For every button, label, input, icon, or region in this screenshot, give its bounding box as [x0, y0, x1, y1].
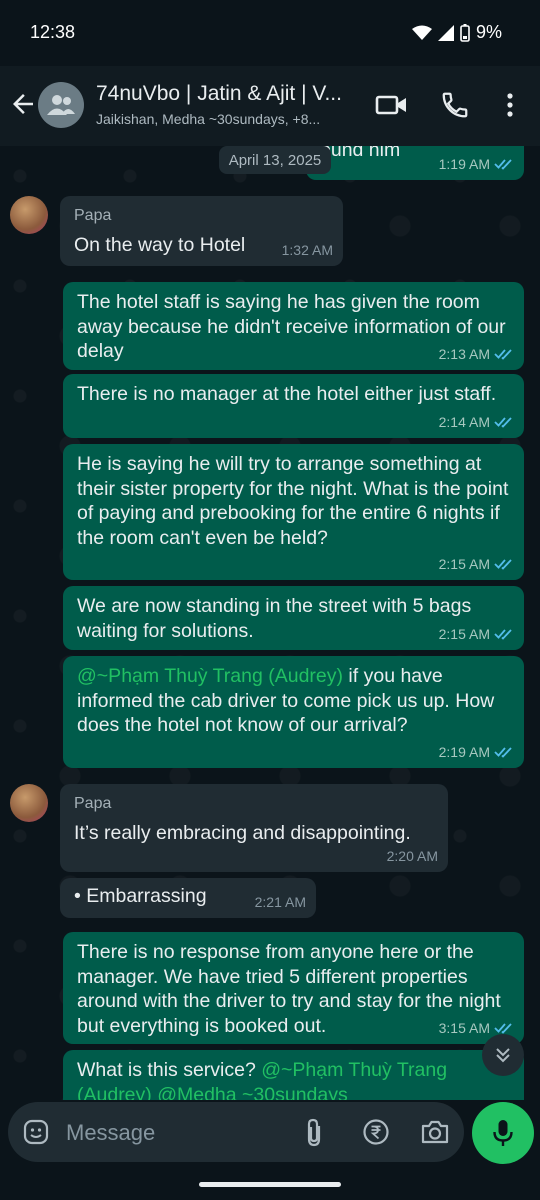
- message-bubble[interactable]: Papa It’s really embracing and disappoin…: [60, 784, 448, 872]
- message-bubble[interactable]: There is no manager at the hotel either …: [63, 374, 524, 438]
- group-avatar[interactable]: [38, 82, 84, 128]
- voice-message-button[interactable]: [472, 1102, 534, 1164]
- message-text: There is no response from anyone here or…: [77, 941, 501, 1037]
- sender-name[interactable]: Papa: [74, 204, 329, 229]
- message-time: 2:15 AM: [438, 555, 490, 572]
- message-meta: 2:15 AM: [439, 622, 514, 647]
- chat-header: 74nuVbo | Jatin & Ajit | V... Jaikishan,…: [0, 66, 540, 146]
- message-time: 2:20 AM: [386, 847, 438, 864]
- message-time: 2:13 AM: [438, 345, 490, 362]
- message-text: There is no manager at the hotel either …: [77, 383, 497, 405]
- wifi-icon: [411, 25, 432, 40]
- message-meta: 2:14 AM: [439, 410, 514, 435]
- read-ticks-icon: [494, 349, 512, 360]
- date-chip: April 13, 2025: [219, 146, 331, 174]
- scroll-to-bottom-button[interactable]: [482, 1034, 524, 1076]
- read-ticks-icon: [494, 629, 512, 640]
- chat-participants[interactable]: Jaikishan, Medha ~30sundays, +8...: [96, 111, 358, 127]
- read-ticks-icon: [494, 159, 512, 170]
- message-meta: 1:32 AM: [282, 238, 333, 263]
- camera-icon[interactable]: [420, 1118, 450, 1146]
- message-bubble[interactable]: He is saying he will try to arrange some…: [63, 444, 524, 580]
- attach-icon[interactable]: [302, 1118, 328, 1148]
- message-time: 2:14 AM: [438, 413, 490, 430]
- message-time: 1:32 AM: [281, 241, 333, 258]
- message-input[interactable]: [64, 1116, 288, 1150]
- message-time: 1:19 AM: [438, 155, 490, 172]
- group-icon: [47, 95, 75, 115]
- mic-icon: [493, 1120, 513, 1146]
- read-ticks-icon: [494, 747, 512, 758]
- message-meta: 2:15 AM: [439, 552, 514, 577]
- sender-avatar[interactable]: [10, 196, 48, 234]
- message-bubble[interactable]: @~Phạm Thuỳ Trang (Audrey) if you have i…: [63, 656, 524, 768]
- status-bar: 12:38 9%: [0, 0, 540, 66]
- mention[interactable]: @~Phạm Thuỳ Trang (Audrey): [77, 665, 343, 687]
- more-options-icon[interactable]: [502, 90, 518, 120]
- message-bubble[interactable]: The hotel staff is saying he has given t…: [63, 282, 524, 370]
- message-text: We are now standing in the street with 5…: [77, 595, 472, 642]
- home-indicator[interactable]: [199, 1182, 341, 1187]
- sender-name[interactable]: Papa: [74, 792, 434, 817]
- message-bubble[interactable]: We are now standing in the street with 5…: [63, 586, 524, 650]
- status-time: 12:38: [30, 22, 76, 42]
- message-text: • Embarrassing: [74, 885, 207, 907]
- video-call-icon[interactable]: [375, 90, 409, 120]
- signal-icon: [437, 24, 454, 41]
- message-bubble[interactable]: There is no response from anyone here or…: [63, 932, 524, 1044]
- payment-rupee-icon[interactable]: [362, 1118, 390, 1146]
- status-icons: 9%: [411, 22, 502, 43]
- message-text: ound him: [320, 146, 401, 161]
- message-text: He is saying he will try to arrange some…: [77, 453, 509, 549]
- message-bubble[interactable]: Papa On the way to Hotel 1:32 AM: [60, 196, 343, 266]
- message-time: 2:21 AM: [254, 893, 306, 910]
- message-bubble[interactable]: • Embarrassing 2:21 AM: [60, 878, 316, 918]
- read-ticks-icon: [494, 1023, 512, 1034]
- double-chevron-down-icon: [496, 1048, 510, 1063]
- message-bubble[interactable]: ound him 1:19 AM: [306, 146, 524, 180]
- battery-icon: [460, 23, 470, 42]
- message-list[interactable]: ound him 1:19 AM April 13, 2025 Papa On …: [0, 146, 540, 1100]
- message-input-container: [8, 1102, 464, 1162]
- read-ticks-icon: [494, 417, 512, 428]
- message-text: What is this service?: [77, 1059, 262, 1081]
- message-time: 2:19 AM: [438, 743, 490, 760]
- battery-level: 9%: [475, 22, 502, 42]
- read-ticks-icon: [494, 559, 512, 570]
- sticker-icon[interactable]: [22, 1118, 50, 1146]
- message-time: 3:15 AM: [438, 1019, 490, 1036]
- message-meta: 2:21 AM: [255, 890, 306, 915]
- sender-avatar[interactable]: [10, 784, 48, 822]
- message-text: It’s really embracing and disappointing.: [74, 821, 411, 844]
- message-time: 2:15 AM: [438, 625, 490, 642]
- message-text: On the way to Hotel: [74, 233, 246, 256]
- message-meta: 1:19 AM: [439, 152, 514, 177]
- chat-title[interactable]: 74nuVbo | Jatin & Ajit | V...: [96, 82, 358, 106]
- message-bubble[interactable]: What is this service? @~Phạm Thuỳ Trang …: [63, 1050, 524, 1100]
- message-meta: 2:19 AM: [439, 740, 514, 765]
- voice-call-icon[interactable]: [440, 90, 470, 120]
- message-meta: 2:13 AM: [439, 342, 514, 367]
- back-arrow-icon[interactable]: [8, 89, 38, 119]
- message-meta: 2:20 AM: [387, 844, 438, 869]
